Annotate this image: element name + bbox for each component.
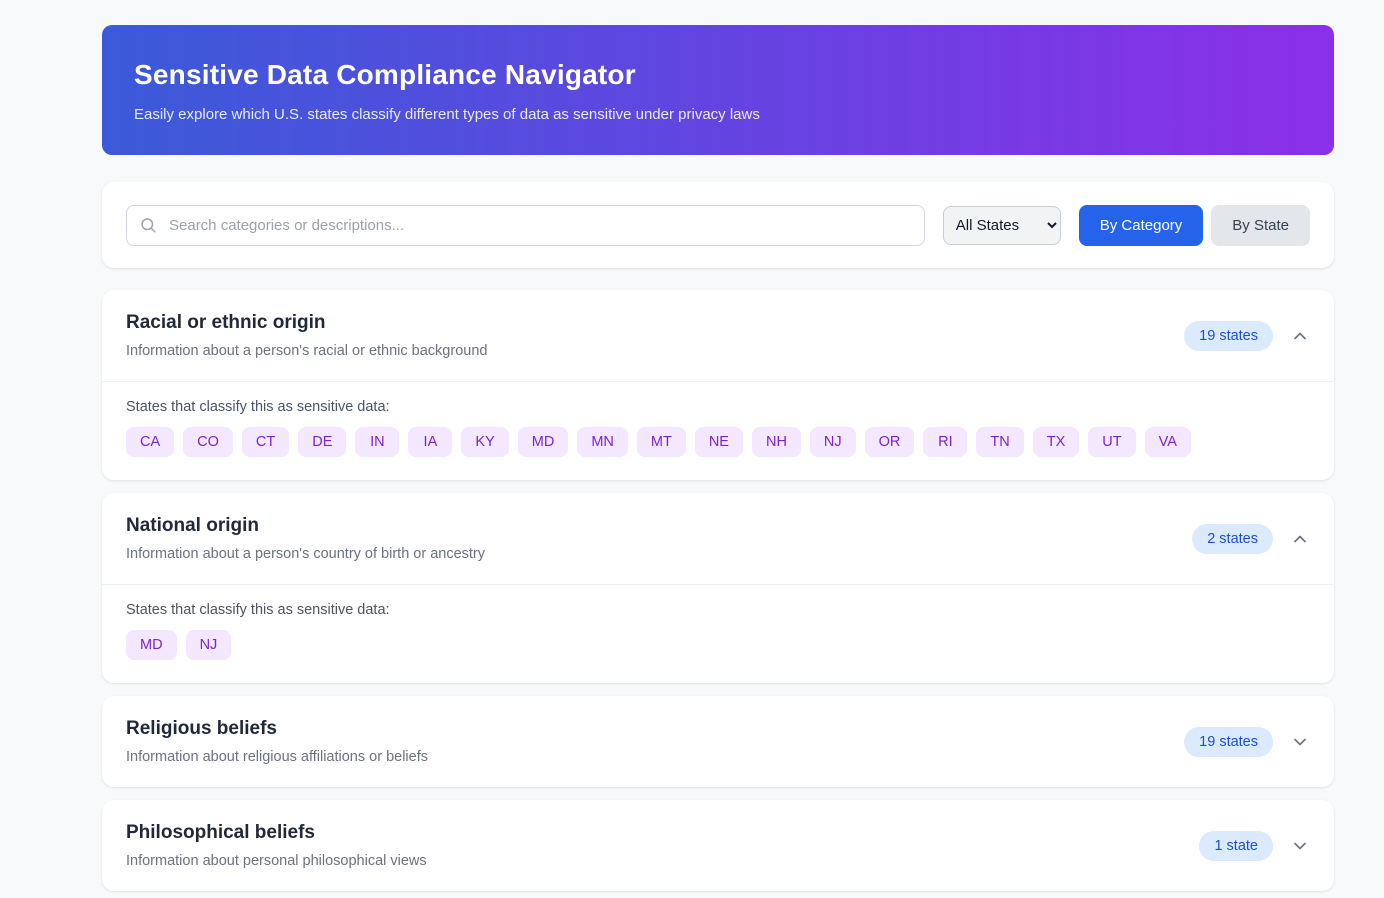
state-chip: UT xyxy=(1088,427,1135,457)
search-icon xyxy=(139,216,157,234)
search-input[interactable] xyxy=(126,205,925,246)
category-card-text: Religious beliefs Information about reli… xyxy=(126,718,428,765)
category-description: Information about religious affiliations… xyxy=(126,749,428,765)
category-title: Racial or ethnic origin xyxy=(126,312,487,334)
by-state-button[interactable]: By State xyxy=(1211,205,1310,246)
states-label: States that classify this as sensitive d… xyxy=(126,602,1310,618)
state-chip: NE xyxy=(695,427,743,457)
category-description: Information about personal philosophical… xyxy=(126,853,427,869)
category-title: Religious beliefs xyxy=(126,718,428,740)
category-title: Philosophical beliefs xyxy=(126,822,427,844)
category-card-text: Philosophical beliefs Information about … xyxy=(126,822,427,869)
search-wrap xyxy=(126,205,925,246)
category-card-right: 1 state xyxy=(1199,831,1310,861)
state-chip: CO xyxy=(183,427,233,457)
state-count-badge: 19 states xyxy=(1184,727,1273,757)
state-chip: MN xyxy=(577,427,628,457)
chevron-icon[interactable] xyxy=(1290,326,1310,346)
category-card-right: 19 states xyxy=(1184,727,1310,757)
state-chip: RI xyxy=(923,427,967,457)
category-description: Information about a person's racial or e… xyxy=(126,343,487,359)
state-chip: NH xyxy=(752,427,801,457)
state-chips: MD NJ xyxy=(126,630,1310,660)
category-card-header[interactable]: Religious beliefs Information about reli… xyxy=(102,696,1334,787)
state-chip: DE xyxy=(298,427,346,457)
state-chip: NJ xyxy=(810,427,856,457)
category-list: Racial or ethnic origin Information abou… xyxy=(102,290,1334,898)
page-title: Sensitive Data Compliance Navigator xyxy=(134,59,1302,91)
filter-bar: All States By Category By State xyxy=(102,182,1334,268)
category-card-right: 19 states xyxy=(1184,321,1310,351)
state-chip: TX xyxy=(1033,427,1080,457)
state-chip: TN xyxy=(976,427,1023,457)
chevron-icon[interactable] xyxy=(1290,732,1310,752)
state-chip: MT xyxy=(637,427,686,457)
category-card-text: National origin Information about a pers… xyxy=(126,515,485,562)
state-count-badge: 1 state xyxy=(1199,831,1273,861)
category-card: Philosophical beliefs Information about … xyxy=(102,800,1334,891)
expanded-states-section: States that classify this as sensitive d… xyxy=(102,584,1334,683)
category-card-header[interactable]: Racial or ethnic origin Information abou… xyxy=(102,290,1334,381)
state-chip: CA xyxy=(126,427,174,457)
category-card-text: Racial or ethnic origin Information abou… xyxy=(126,312,487,359)
chevron-icon[interactable] xyxy=(1290,529,1310,549)
category-card: National origin Information about a pers… xyxy=(102,493,1334,683)
category-title: National origin xyxy=(126,515,485,537)
state-chip: IN xyxy=(355,427,399,457)
state-chips: CA CO CT DE IN IA KY MD MN MT NE NH NJ OR RI TN TX UT VA xyxy=(126,427,1310,457)
state-filter-select[interactable]: All States xyxy=(943,206,1061,245)
page: Sensitive Data Compliance Navigator Easi… xyxy=(102,0,1334,898)
states-label: States that classify this as sensitive d… xyxy=(126,399,1310,415)
state-count-badge: 2 states xyxy=(1192,524,1273,554)
page-subtitle: Easily explore which U.S. states classif… xyxy=(134,106,1302,123)
state-chip: KY xyxy=(461,427,508,457)
by-category-button[interactable]: By Category xyxy=(1079,205,1204,246)
state-chip: IA xyxy=(408,427,452,457)
category-card: Racial or ethnic origin Information abou… xyxy=(102,290,1334,480)
category-card-header[interactable]: Philosophical beliefs Information about … xyxy=(102,800,1334,891)
hero-banner: Sensitive Data Compliance Navigator Easi… xyxy=(102,25,1334,155)
state-chip: VA xyxy=(1145,427,1191,457)
category-description: Information about a person's country of … xyxy=(126,546,485,562)
state-chip: CT xyxy=(242,427,289,457)
state-chip: NJ xyxy=(186,630,232,660)
category-card: Religious beliefs Information about reli… xyxy=(102,696,1334,787)
state-chip: MD xyxy=(126,630,177,660)
category-card-right: 2 states xyxy=(1192,524,1310,554)
state-count-badge: 19 states xyxy=(1184,321,1273,351)
state-chip: MD xyxy=(518,427,569,457)
state-chip: OR xyxy=(865,427,915,457)
chevron-icon[interactable] xyxy=(1290,836,1310,856)
expanded-states-section: States that classify this as sensitive d… xyxy=(102,381,1334,480)
category-card-header[interactable]: National origin Information about a pers… xyxy=(102,493,1334,584)
